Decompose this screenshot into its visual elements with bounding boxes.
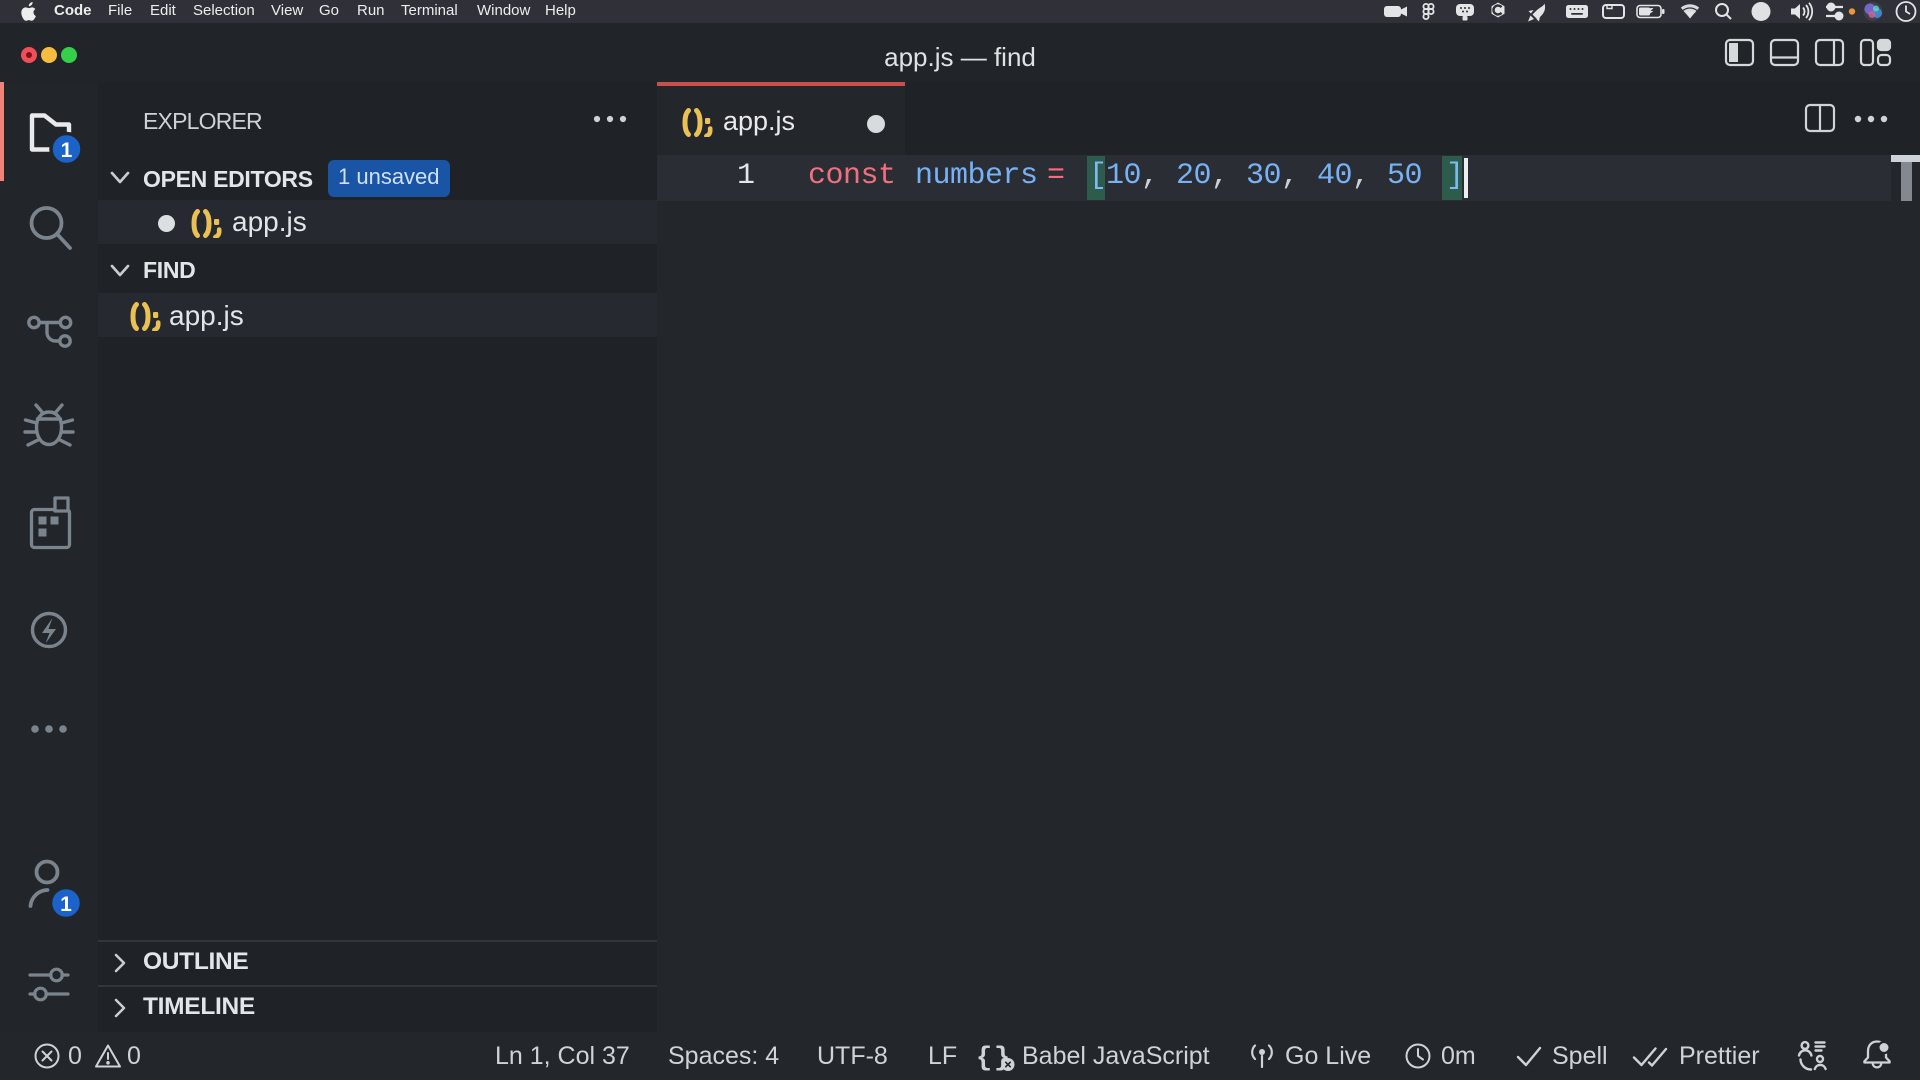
svg-text:1: 1 [61, 139, 73, 162]
svg-text:{: { [976, 1044, 992, 1074]
svg-text:1: 1 [60, 893, 72, 916]
